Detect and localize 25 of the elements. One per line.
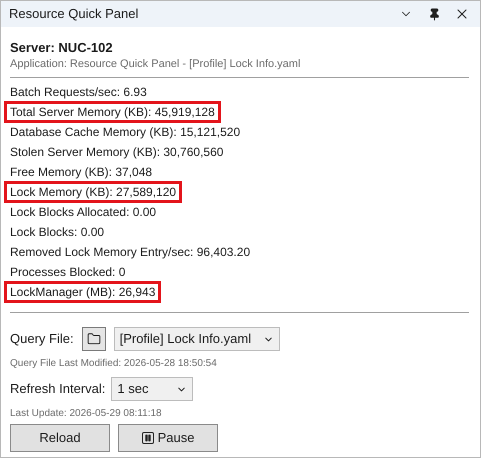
metric-text: Total Server Memory (KB): 45,919,128 [4,101,221,123]
metric-text: Stolen Server Memory (KB): 30,760,560 [10,144,224,160]
metric-text: Lock Memory (KB): 27,589,120 [4,181,182,203]
query-file-label: Query File: [10,330,74,348]
window-title: Resource Quick Panel [9,5,140,24]
server-name: Server: NUC-102 [10,39,114,56]
metric-text: Lock Blocks: 0.00 [10,224,104,240]
last-modified-text: Query File Last Modified: 2026-05-28 18:50:54 [10,357,218,371]
metric-text: Free Memory (KB): 37,048 [10,164,152,180]
metric-text: Lock Blocks Allocated: 0.00 [10,204,156,220]
metric-text: Database Cache Memory (KB): 15,121,520 [10,124,240,140]
query-file-dropdown[interactable]: [Profile] Lock Info.yaml [114,327,280,351]
folder-button[interactable] [82,327,106,351]
refresh-interval-label: Refresh Interval: [10,380,106,398]
last-update-text: Last Update: 2026-05-29 08:11:18 [10,407,163,421]
reload-button[interactable]: Reload [10,424,110,452]
application-text: Application: Resource Quick Panel - [Profile] Lock Info.yaml [10,57,302,72]
pause-icon [142,432,154,444]
folder-icon [86,332,101,346]
refresh-interval-dropdown[interactable]: 1 sec [111,377,194,401]
metric-text: Batch Requests/sec: 6.93 [10,84,147,100]
metric-text: Removed Lock Memory Entry/sec: 96,403.20 [10,244,250,260]
metric-text: LockManager (MB): 26,943 [4,281,162,303]
metric-text: Processes Blocked: 0 [10,264,126,280]
pause-button[interactable]: Pause [118,424,218,452]
